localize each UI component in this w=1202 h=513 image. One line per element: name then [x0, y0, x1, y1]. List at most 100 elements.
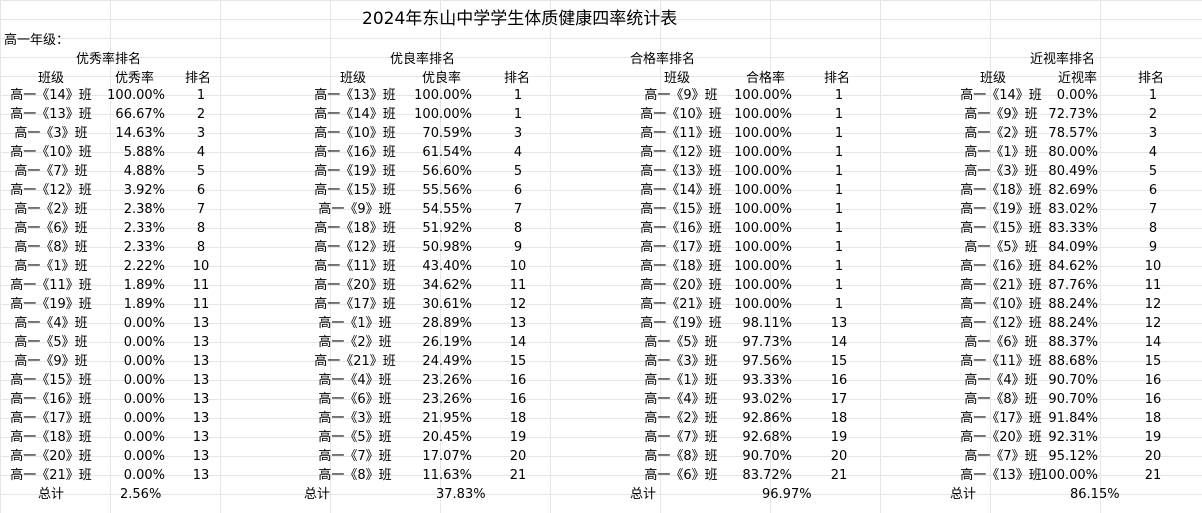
- table-row: 高一《14》班 100.00% 1: [300, 105, 550, 124]
- table-row: 高一《11》班 88.68% 15: [946, 352, 1196, 371]
- table-row: 高一《1》班 93.33% 16: [626, 371, 876, 390]
- rate-cell: 1.89%: [123, 278, 165, 293]
- table-row: 高一《5》班 97.73% 14: [626, 333, 876, 352]
- class-name-cell: 高一《20》班: [640, 278, 722, 293]
- total-label: 总计: [38, 487, 65, 502]
- table-row: 高一《19》班 83.02% 7: [946, 200, 1196, 219]
- table-row: 高一《10》班 5.88% 4: [0, 143, 230, 162]
- table-row: 高一《3》班 21.95% 18: [300, 409, 550, 428]
- total-row: 总计 2.56%: [0, 485, 230, 504]
- rate-cell: 61.54%: [422, 145, 472, 160]
- rank-cell: 1: [196, 88, 206, 103]
- table-row: 高一《12》班 3.92% 6: [0, 181, 230, 200]
- table-row: 高一《2》班 26.19% 14: [300, 333, 550, 352]
- table-row: 高一《3》班 80.49% 5: [946, 162, 1196, 181]
- rate-cell: 87.76%: [1048, 278, 1098, 293]
- rate-cell: 83.33%: [1048, 221, 1098, 236]
- rate-cell: 100.00%: [414, 107, 472, 122]
- rank-cell: 1: [834, 259, 844, 274]
- rate-cell: 0.00%: [123, 373, 165, 388]
- rate-cell: 0.00%: [123, 430, 165, 445]
- table-row: 高一《14》班 100.00% 1: [0, 86, 230, 105]
- class-name-cell: 高一《9》班: [964, 107, 1038, 122]
- class-name-cell: 高一《17》班: [10, 411, 92, 426]
- table-row: 高一《15》班 55.56% 6: [300, 181, 550, 200]
- rate-cell: 97.73%: [742, 335, 792, 350]
- rate-cell: 70.59%: [422, 126, 472, 141]
- table-row: 高一《19》班 98.11% 13: [626, 314, 876, 333]
- rank-cell: 3: [1148, 126, 1158, 141]
- section-title: 优良率排名: [390, 52, 456, 67]
- rank-cell: 1: [834, 107, 844, 122]
- class-name-cell: 高一《18》班: [640, 259, 722, 274]
- class-name-cell: 高一《18》班: [314, 221, 396, 236]
- rank-cell: 2: [196, 107, 206, 122]
- rank-cell: 16: [509, 392, 527, 407]
- class-name-cell: 高一《7》班: [644, 430, 718, 445]
- table-row: 高一《21》班 87.76% 11: [946, 276, 1196, 295]
- table-row: 高一《9》班 100.00% 1: [626, 86, 876, 105]
- table-row: 高一《4》班 90.70% 16: [946, 371, 1196, 390]
- header-rate: 优良率: [422, 71, 462, 86]
- table-row: 高一《14》班 100.00% 1: [626, 181, 876, 200]
- header-class: 班级: [664, 71, 691, 86]
- rank-cell: 13: [192, 411, 210, 426]
- class-name-cell: 高一《6》班: [14, 221, 88, 236]
- rank-cell: 13: [192, 392, 210, 407]
- rate-cell: 55.56%: [422, 183, 472, 198]
- rank-cell: 1: [834, 164, 844, 179]
- table-row: 高一《1》班 28.89% 13: [300, 314, 550, 333]
- table-row: 高一《20》班 34.62% 11: [300, 276, 550, 295]
- rate-cell: 92.68%: [742, 430, 792, 445]
- rate-cell: 100.00%: [734, 202, 792, 217]
- rank-cell: 13: [509, 316, 527, 331]
- rate-cell: 24.49%: [422, 354, 472, 369]
- rank-cell: 6: [196, 183, 206, 198]
- table-row: 高一《13》班 100.00% 1: [300, 86, 550, 105]
- rank-cell: 16: [1144, 392, 1162, 407]
- rate-cell: 90.70%: [1048, 392, 1098, 407]
- rate-cell: 66.67%: [115, 107, 165, 122]
- table-row: 高一《3》班 14.63% 3: [0, 124, 230, 143]
- column-headers: 班级 优秀率 排名: [0, 67, 230, 86]
- column-headers: 班级 合格率 排名: [626, 67, 876, 86]
- rate-cell: 34.62%: [422, 278, 472, 293]
- rank-cell: 4: [1148, 145, 1158, 160]
- rank-cell: 11: [192, 278, 210, 293]
- rank-cell: 1: [834, 297, 844, 312]
- table-row: 高一《4》班 23.26% 16: [300, 371, 550, 390]
- rank-cell: 21: [830, 468, 848, 483]
- table-row: 高一《16》班 84.62% 10: [946, 257, 1196, 276]
- total-label: 总计: [630, 487, 657, 502]
- rank-cell: 18: [509, 411, 527, 426]
- rate-cell: 78.57%: [1048, 126, 1098, 141]
- table-row: 高一《2》班 2.38% 7: [0, 200, 230, 219]
- rank-cell: 8: [196, 240, 206, 255]
- class-name-cell: 高一《3》班: [14, 126, 88, 141]
- rank-cell: 5: [196, 164, 206, 179]
- class-name-cell: 高一《7》班: [318, 449, 392, 464]
- class-name-cell: 高一《1》班: [14, 259, 88, 274]
- header-rank: 排名: [504, 71, 531, 86]
- table-row: 高一《16》班 0.00% 13: [0, 390, 230, 409]
- rank-cell: 14: [830, 335, 848, 350]
- rows: 高一《14》班 0.00% 1 高一《9》班 72.73% 2 高一《2》班 78.57% 3 高…: [946, 86, 1196, 485]
- rank-cell: 10: [1144, 259, 1162, 274]
- rank-cell: 13: [192, 449, 210, 464]
- class-name-cell: 高一《4》班: [644, 392, 718, 407]
- section-title: 优秀率排名: [76, 52, 142, 67]
- rate-cell: 95.12%: [1048, 449, 1098, 464]
- header-rank: 排名: [1138, 71, 1165, 86]
- class-name-cell: 高一《15》班: [960, 221, 1042, 236]
- class-name-cell: 高一《4》班: [318, 373, 392, 388]
- class-name-cell: 高一《12》班: [960, 316, 1042, 331]
- class-name-cell: 高一《16》班: [960, 259, 1042, 274]
- class-name-cell: 高一《8》班: [318, 468, 392, 483]
- table-row: 高一《6》班 23.26% 16: [300, 390, 550, 409]
- total-label: 总计: [304, 487, 331, 502]
- rank-cell: 8: [196, 221, 206, 236]
- table-row: 高一《12》班 88.24% 12: [946, 314, 1196, 333]
- rank-cell: 16: [830, 373, 848, 388]
- rate-cell: 90.70%: [1048, 373, 1098, 388]
- rate-cell: 2.33%: [123, 240, 165, 255]
